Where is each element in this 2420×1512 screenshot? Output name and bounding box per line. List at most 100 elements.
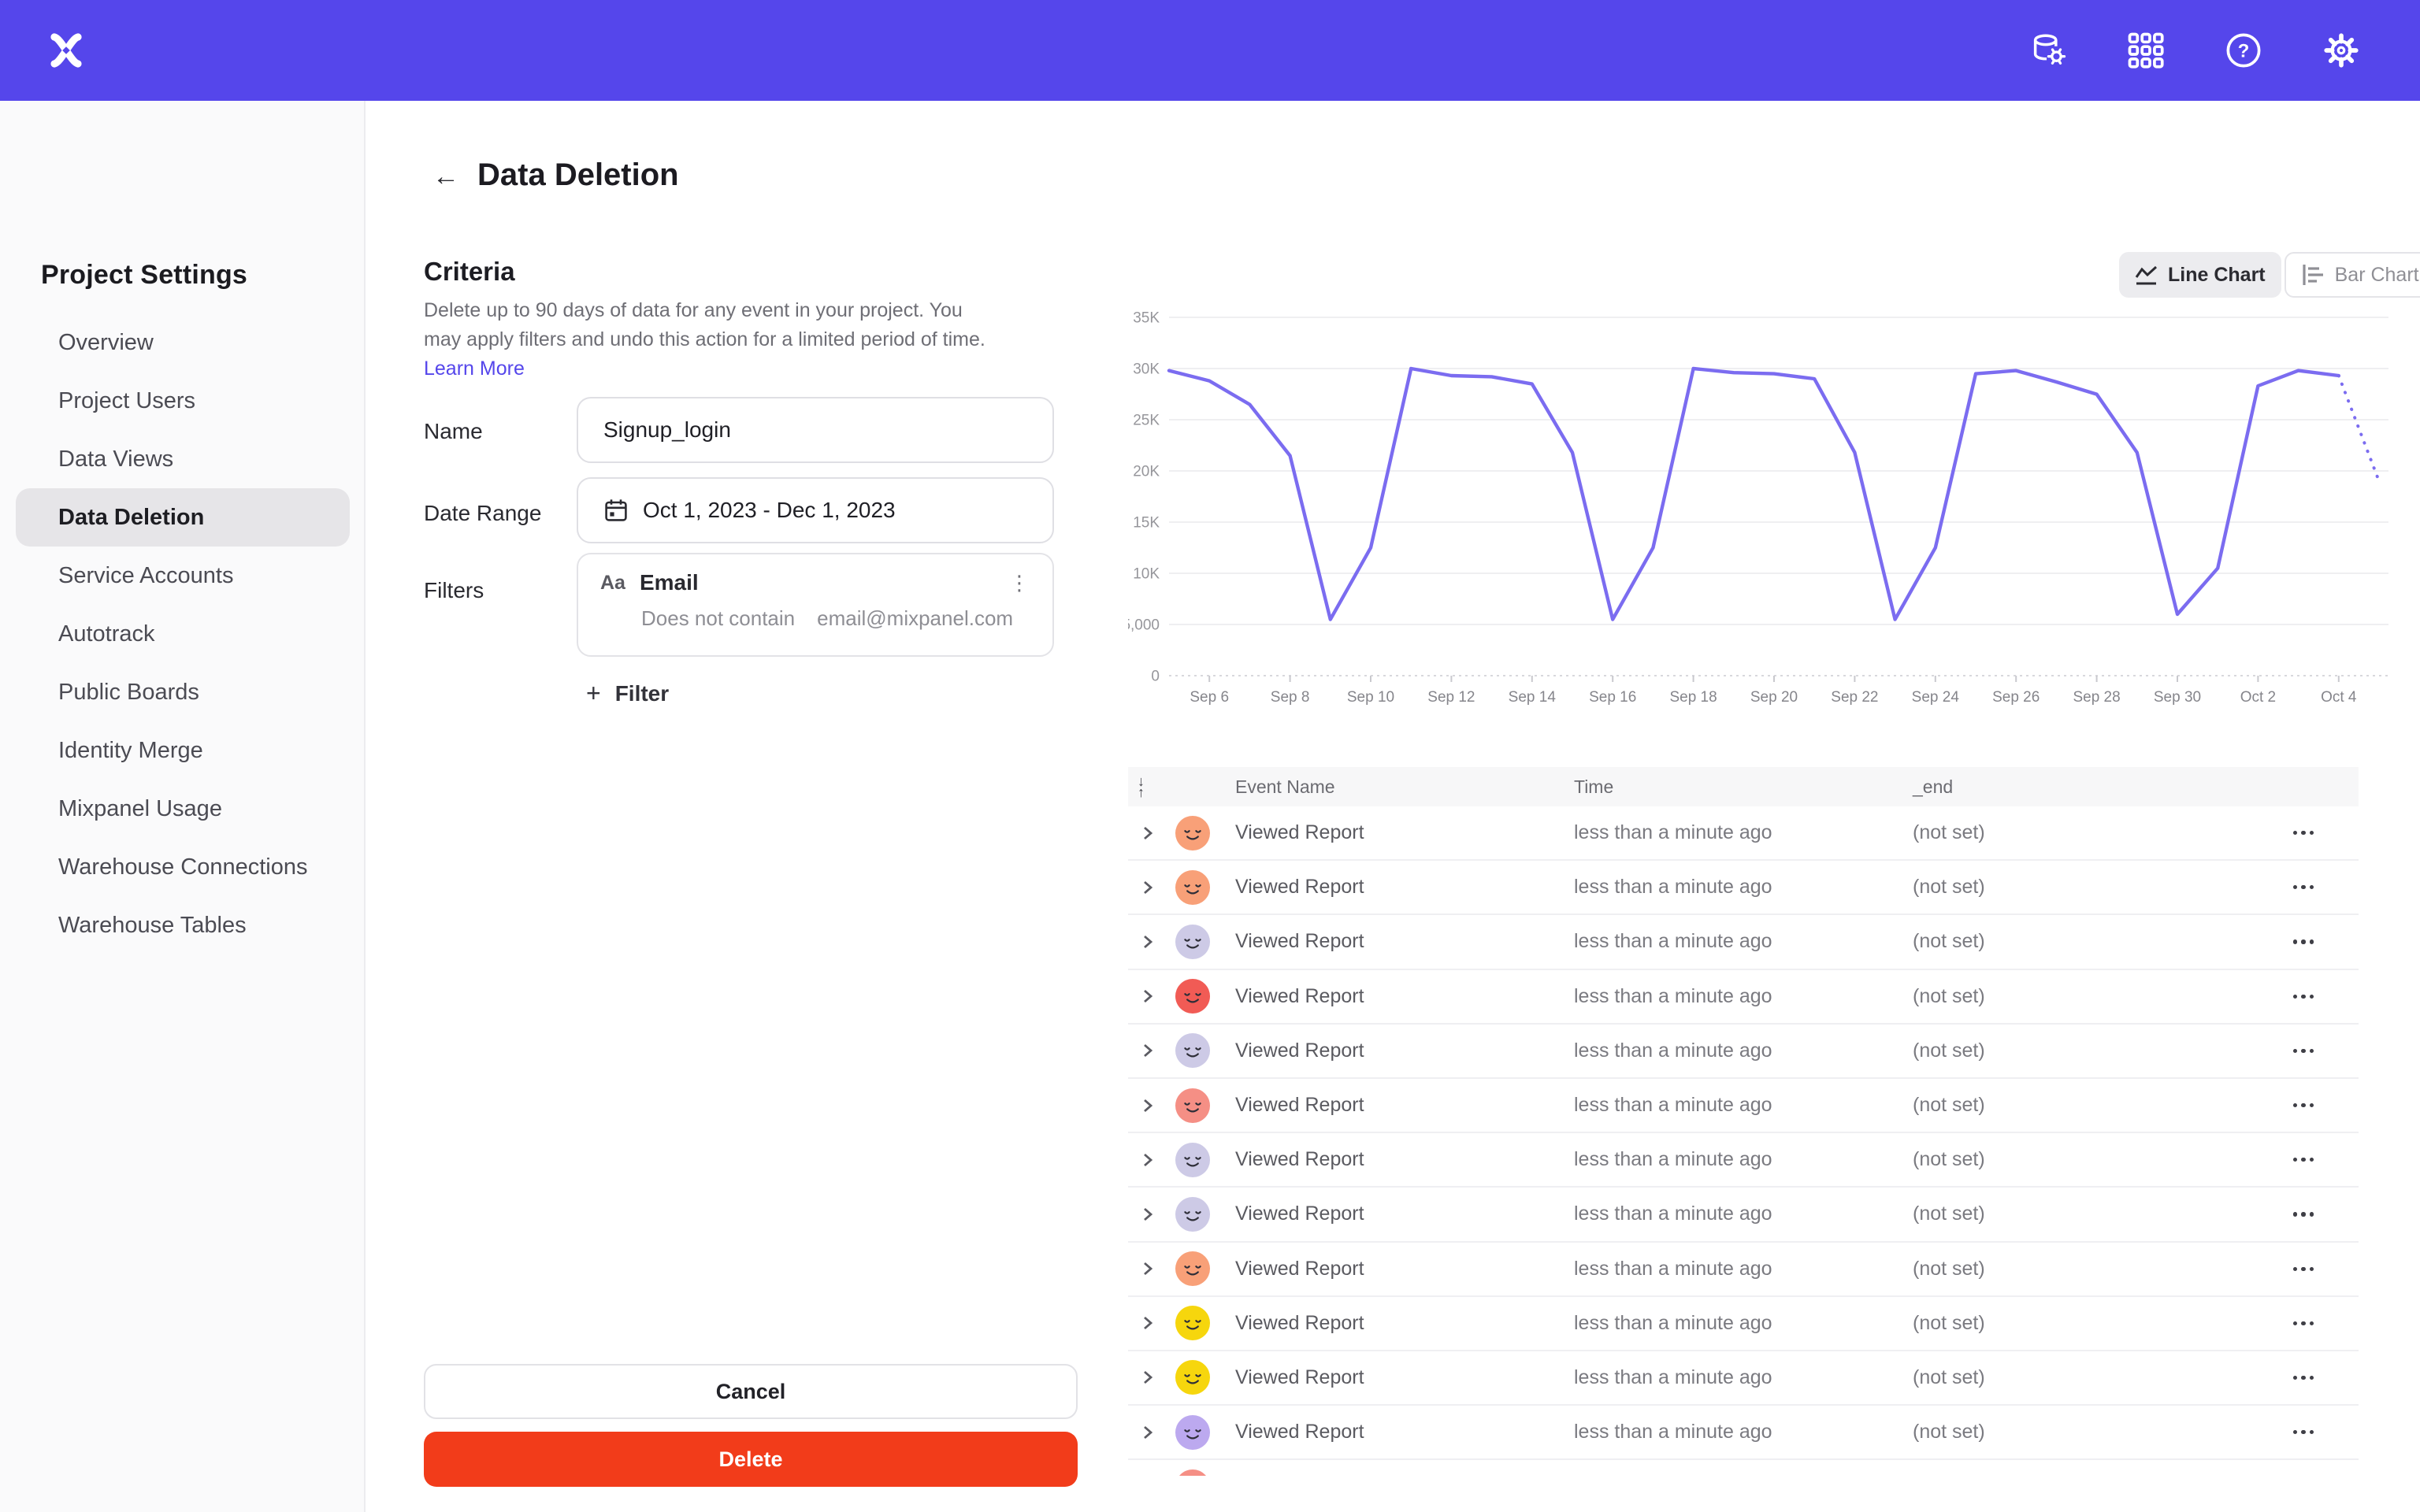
- row-expand-chevron-icon[interactable]: [1128, 1370, 1175, 1384]
- cell-end: (not set): [1913, 821, 2248, 844]
- sidebar-item-overview[interactable]: Overview: [16, 313, 350, 372]
- cell-event-name[interactable]: Viewed Report: [1235, 1366, 1574, 1389]
- row-menu-icon[interactable]: [2248, 995, 2359, 999]
- cell-time: less than a minute ago: [1574, 1203, 1913, 1225]
- table-row: Viewed Reportless than a minute ago(not …: [1128, 861, 2359, 915]
- line-chart-icon: [2135, 263, 2158, 287]
- sidebar-item-warehouse-connections[interactable]: Warehouse Connections: [16, 838, 350, 896]
- cell-event-name[interactable]: Viewed Report: [1235, 1148, 1574, 1171]
- sidebar-item-service-accounts[interactable]: Service Accounts: [16, 547, 350, 605]
- filters-label: Filters: [424, 578, 484, 603]
- row-menu-icon[interactable]: [2248, 939, 2359, 943]
- table-row: Viewed Reportless than a minute ago(not …: [1128, 915, 2359, 969]
- sidebar-item-public-boards[interactable]: Public Boards: [16, 663, 350, 721]
- row-expand-chevron-icon[interactable]: [1128, 989, 1175, 1003]
- page-title: Data Deletion: [477, 158, 679, 193]
- cancel-button[interactable]: Cancel: [424, 1364, 1078, 1419]
- row-menu-icon[interactable]: [2248, 885, 2359, 889]
- cell-end: (not set): [1913, 1203, 2248, 1225]
- row-menu-icon[interactable]: [2248, 1049, 2359, 1053]
- sidebar-item-data-deletion[interactable]: Data Deletion: [16, 488, 350, 547]
- x-axis-tick-label: Sep 16: [1589, 689, 1636, 706]
- filter-menu-icon[interactable]: ⋮: [1008, 575, 1030, 591]
- learn-more-link[interactable]: Learn More: [424, 358, 525, 380]
- back-arrow-icon[interactable]: ←: [429, 159, 463, 194]
- row-menu-icon[interactable]: [2248, 1321, 2359, 1325]
- chart-type-toggle: Line Chart Bar Chart: [2119, 252, 2420, 298]
- row-expand-chevron-icon[interactable]: [1128, 1043, 1175, 1058]
- name-input[interactable]: [577, 397, 1054, 463]
- sidebar-item-warehouse-tables[interactable]: Warehouse Tables: [16, 896, 350, 954]
- avatar: [1175, 816, 1210, 850]
- collapse-all-icon[interactable]: ↓↑: [1128, 776, 1175, 798]
- avatar: [1175, 1415, 1210, 1450]
- x-axis-tick-label: Sep 24: [1912, 689, 1960, 706]
- help-icon[interactable]: ?: [2225, 32, 2262, 69]
- cell-event-name[interactable]: Viewed Report: [1235, 1094, 1574, 1117]
- row-expand-chevron-icon[interactable]: [1128, 935, 1175, 949]
- row-menu-icon[interactable]: [2248, 1267, 2359, 1271]
- cell-end: (not set): [1913, 1040, 2248, 1062]
- add-filter-button[interactable]: + Filter: [586, 679, 669, 708]
- row-expand-chevron-icon[interactable]: [1128, 1316, 1175, 1330]
- cell-event-name[interactable]: Viewed Report: [1235, 930, 1574, 953]
- row-expand-chevron-icon[interactable]: [1128, 826, 1175, 840]
- row-expand-chevron-icon[interactable]: [1128, 1262, 1175, 1276]
- cell-event-name[interactable]: Viewed Report: [1235, 1312, 1574, 1335]
- delete-button[interactable]: Delete: [424, 1432, 1078, 1487]
- line-chart-toggle[interactable]: Line Chart: [2119, 252, 2281, 298]
- sidebar-item-project-users[interactable]: Project Users: [16, 372, 350, 430]
- row-menu-icon[interactable]: [2248, 1212, 2359, 1216]
- row-menu-icon[interactable]: [2248, 1158, 2359, 1162]
- sidebar-nav: OverviewProject UsersData ViewsData Dele…: [0, 313, 366, 954]
- sidebar-item-identity-merge[interactable]: Identity Merge: [16, 721, 350, 780]
- filter-operator[interactable]: Does not contain: [641, 606, 795, 631]
- apps-grid-icon[interactable]: [2127, 32, 2165, 69]
- row-expand-chevron-icon[interactable]: [1128, 1207, 1175, 1221]
- cell-event-name[interactable]: Viewed Report: [1235, 985, 1574, 1008]
- col-header-time[interactable]: Time: [1574, 776, 1913, 798]
- sidebar-item-mixpanel-usage[interactable]: Mixpanel Usage: [16, 780, 350, 838]
- row-expand-chevron-icon[interactable]: [1128, 880, 1175, 895]
- sidebar-item-data-views[interactable]: Data Views: [16, 430, 350, 488]
- row-expand-chevron-icon[interactable]: [1128, 1153, 1175, 1167]
- mixpanel-logo[interactable]: [47, 32, 85, 69]
- bar-chart-toggle[interactable]: Bar Chart: [2285, 252, 2420, 298]
- cell-time: less than a minute ago: [1574, 930, 1913, 953]
- filter-card[interactable]: Aa Email ⋮ Does not contain email@mixpan…: [577, 553, 1054, 657]
- cell-event-name[interactable]: Viewed Report: [1235, 1258, 1574, 1280]
- cell-event-name[interactable]: Viewed Report: [1235, 1040, 1574, 1062]
- date-range-label: Date Range: [424, 501, 541, 526]
- row-expand-chevron-icon[interactable]: [1128, 1425, 1175, 1440]
- settings-gear-icon[interactable]: [2322, 32, 2360, 69]
- table-row: Viewed Reportless than a minute ago(not …: [1128, 1460, 2359, 1476]
- cell-time: less than a minute ago: [1574, 985, 1913, 1008]
- settings-sidebar: Project Settings OverviewProject UsersDa…: [0, 101, 366, 1512]
- row-menu-icon[interactable]: [2248, 1376, 2359, 1380]
- filter-property: Email: [640, 570, 1008, 595]
- cell-event-name[interactable]: Viewed Report: [1235, 1203, 1574, 1225]
- cell-end: (not set): [1913, 985, 2248, 1008]
- row-menu-icon[interactable]: [2248, 1103, 2359, 1107]
- col-header-event-name[interactable]: Event Name: [1235, 776, 1574, 798]
- x-axis-tick-label: Sep 30: [2154, 689, 2201, 706]
- cell-time: less than a minute ago: [1574, 821, 1913, 844]
- sidebar-item-autotrack[interactable]: Autotrack: [16, 605, 350, 663]
- cell-end: (not set): [1913, 1148, 2248, 1171]
- col-header-end[interactable]: _end: [1913, 776, 2248, 798]
- avatar: [1175, 1088, 1210, 1123]
- date-range-field[interactable]: Oct 1, 2023 - Dec 1, 2023: [577, 477, 1054, 543]
- cell-event-name[interactable]: Viewed Report: [1235, 876, 1574, 899]
- avatar: [1175, 1469, 1210, 1476]
- filter-value[interactable]: email@mixpanel.com: [817, 606, 1013, 631]
- cell-event-name[interactable]: Viewed Report: [1235, 821, 1574, 844]
- cell-event-name[interactable]: Viewed Report: [1235, 1421, 1574, 1443]
- cell-end: (not set): [1913, 1366, 2248, 1389]
- row-menu-icon[interactable]: [2248, 1430, 2359, 1434]
- row-menu-icon[interactable]: [2248, 831, 2359, 835]
- data-warehouse-icon[interactable]: [2029, 32, 2067, 69]
- table-row: Viewed Reportless than a minute ago(not …: [1128, 1297, 2359, 1351]
- x-axis-tick-label: Sep 8: [1271, 689, 1310, 706]
- row-expand-chevron-icon[interactable]: [1128, 1099, 1175, 1113]
- cell-event-name[interactable]: Viewed Report: [1235, 1475, 1574, 1476]
